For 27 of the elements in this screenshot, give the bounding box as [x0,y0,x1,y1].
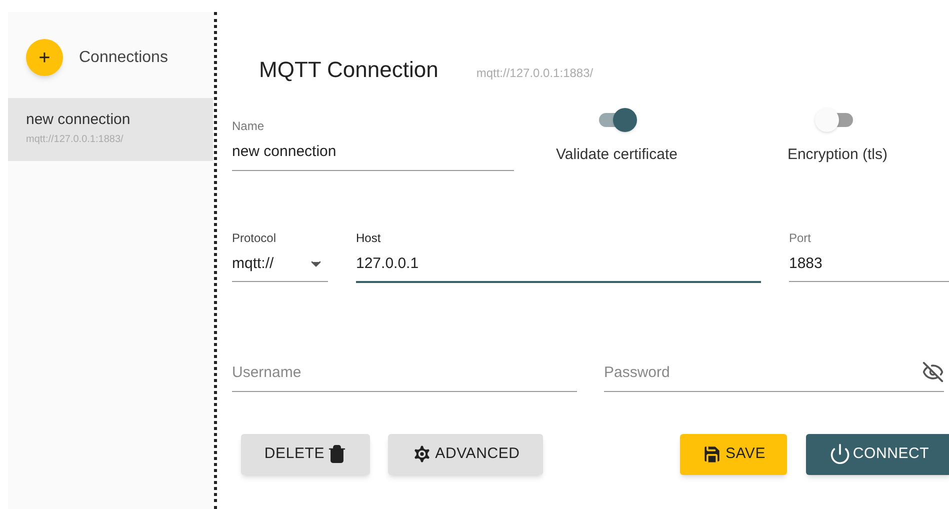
connection-name: new connection [26,110,130,130]
protocol-select[interactable]: mqtt:// [232,252,328,282]
trash-icon [326,444,347,464]
field-label: Name [232,118,264,135]
username-field[interactable]: Username [232,361,577,392]
connection-item[interactable]: new connection mqtt://127.0.0.1:1883/ [8,98,213,160]
save-button[interactable]: SAVE [680,434,787,474]
password-field[interactable]: Password [604,362,944,392]
power-icon [828,443,851,465]
toggle-switch[interactable] [598,108,635,132]
sidebar-title: Connections [79,48,168,68]
advanced-button[interactable]: ADVANCED [388,434,543,474]
field-label: Protocol [232,230,276,246]
field-label: Port [789,230,812,246]
connection-url: mqtt://127.0.0.1:1883/ [476,65,594,82]
add-button[interactable]: + [26,39,63,76]
page-title: MQTT Connection [259,56,438,84]
delete-button[interactable]: DELETE [241,434,370,474]
text-field[interactable]: new connection [232,141,514,170]
toggle-label: Validate certificate [556,145,678,165]
toggle-label: Encryption (tls) [787,145,888,165]
connect-button[interactable]: CONNECT [806,434,949,474]
text-field[interactable]: 127.0.0.1 [356,252,761,283]
field-label: Host [356,230,381,246]
connection-url: mqtt://127.0.0.1:1883/ [26,132,124,146]
eye-off-icon[interactable] [922,361,944,383]
text-field[interactable]: 1883 [789,252,949,282]
